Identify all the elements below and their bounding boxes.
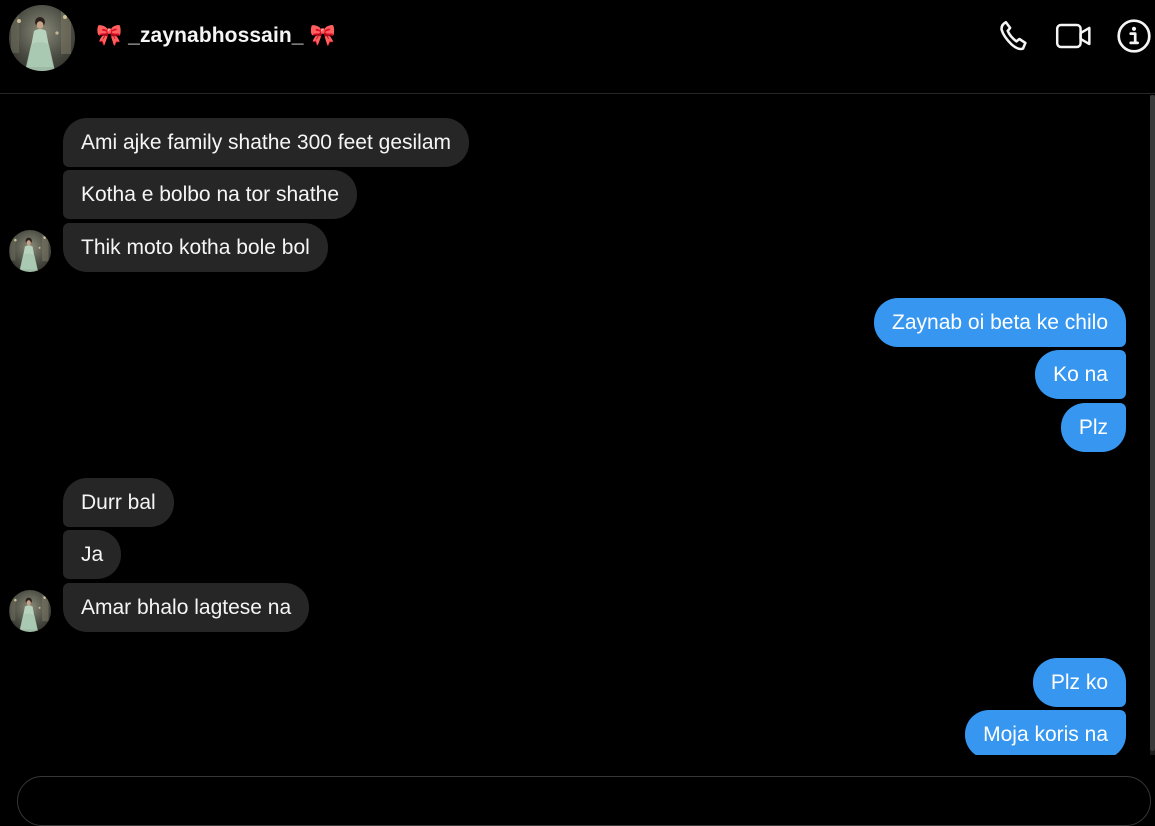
message-bubble-outgoing[interactable]: Plz ko bbox=[1032, 658, 1126, 707]
phone-icon bbox=[996, 18, 1032, 59]
conversation-info-button[interactable] bbox=[1114, 18, 1154, 58]
message-bubble-outgoing[interactable]: Plz bbox=[1060, 403, 1126, 452]
message-thread[interactable]: Ami ajke family shathe 300 feet gesilam … bbox=[0, 95, 1155, 755]
scrollbar-thumb[interactable] bbox=[1150, 95, 1155, 751]
sender-avatar[interactable] bbox=[9, 230, 51, 272]
message-bubble-incoming[interactable]: Amar bhalo lagtese na bbox=[63, 583, 310, 632]
video-camera-icon bbox=[1055, 18, 1093, 59]
video-call-button[interactable] bbox=[1054, 18, 1094, 58]
message-bubble-incoming[interactable]: Durr bal bbox=[63, 478, 174, 527]
message-bubble-outgoing[interactable]: Ko na bbox=[1035, 350, 1126, 399]
contact-username[interactable]: 🎀 _zaynabhossain_ 🎀 bbox=[96, 24, 336, 48]
message-bubble-incoming[interactable]: Kotha e bolbo na tor shathe bbox=[63, 170, 358, 219]
voice-call-button[interactable] bbox=[994, 18, 1034, 58]
sender-avatar[interactable] bbox=[9, 590, 51, 632]
info-icon bbox=[1116, 18, 1152, 59]
message-bubble-incoming[interactable]: Ja bbox=[63, 530, 122, 579]
message-bubble-incoming[interactable]: Ami ajke family shathe 300 feet gesilam bbox=[63, 118, 470, 167]
message-composer[interactable] bbox=[17, 776, 1151, 826]
message-bubble-outgoing[interactable]: Zaynab oi beta ke chilo bbox=[874, 298, 1126, 347]
contact-avatar[interactable] bbox=[9, 5, 75, 71]
chat-header: 🎀 _zaynabhossain_ 🎀 bbox=[0, 0, 1155, 94]
message-bubble-outgoing[interactable]: Moja koris na bbox=[965, 710, 1126, 755]
message-bubble-incoming[interactable]: Thik moto kotha bole bol bbox=[63, 223, 328, 272]
